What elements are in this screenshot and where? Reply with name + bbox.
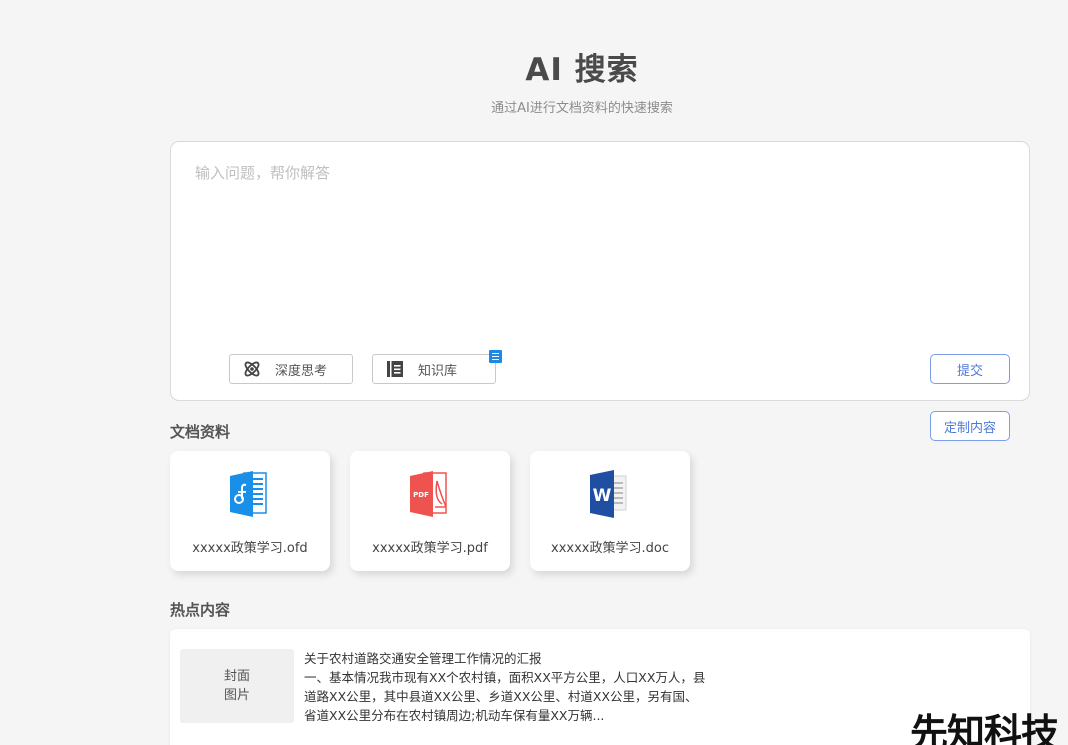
page-subtitle: 通过AI进行文档资料的快速搜索	[491, 101, 673, 116]
hot-content-line: 一、基本情况我市现有XX个农村镇，面积XX平方公里，人口XX万人，县	[304, 670, 706, 685]
cover-label-line1: 封面	[223, 669, 250, 684]
cover-label-line2: 图片	[223, 688, 250, 703]
documents-section-title: 文档资料	[170, 423, 231, 441]
list-badge-icon[interactable]	[489, 350, 502, 363]
custom-content-button[interactable]: 定制内容	[930, 411, 1010, 441]
document-name: xxxxx政策学习.pdf	[372, 541, 488, 556]
watermark: 先知科技	[910, 711, 1059, 745]
document-name: xxxxx政策学习.ofd	[192, 541, 308, 556]
atom-icon	[242, 359, 262, 379]
knowledge-base-label: 知识库	[418, 363, 458, 379]
hot-content-title: 关于农村道路交通安全管理工作情况的汇报	[304, 651, 542, 666]
document-card-ofd[interactable]: xxxxx政策学习.ofd	[170, 451, 330, 571]
hot-section-title: 热点内容	[170, 601, 231, 619]
word-file-icon: W	[588, 469, 632, 519]
hot-content-line: 道路XX公里，其中县道XX公里、乡道XX公里、村道XX公里，另有国、	[304, 689, 698, 704]
ofd-file-icon	[228, 469, 272, 519]
hot-content-text: 关于农村道路交通安全管理工作情况的汇报 一、基本情况我市现有XX个农村镇，面积X…	[304, 649, 744, 725]
hot-content-line: 省道XX公里分布在农村镇周边;机动车保有量XX万辆...	[304, 708, 605, 723]
knowledge-base-button[interactable]: 知识库	[372, 354, 496, 384]
submit-button[interactable]: 提交	[930, 354, 1010, 384]
document-card-pdf[interactable]: PDF xxxxx政策学习.pdf	[350, 451, 510, 571]
search-box: 深度思考 知识库 提交	[170, 141, 1030, 401]
pdf-file-icon: PDF	[408, 469, 452, 519]
deep-think-button[interactable]: 深度思考	[229, 354, 353, 384]
document-card-doc[interactable]: W xxxxx政策学习.doc	[530, 451, 690, 571]
svg-text:PDF: PDF	[413, 491, 429, 499]
cover-image-placeholder: 封面 图片	[180, 649, 294, 723]
page-title: AI 搜索	[525, 52, 639, 88]
book-icon	[385, 359, 405, 379]
deep-think-label: 深度思考	[275, 363, 328, 379]
document-name: xxxxx政策学习.doc	[551, 541, 669, 556]
search-input[interactable]	[195, 162, 995, 352]
hot-content-card[interactable]: 封面 图片 关于农村道路交通安全管理工作情况的汇报 一、基本情况我市现有XX个农…	[170, 629, 1030, 745]
svg-text:W: W	[593, 486, 612, 506]
